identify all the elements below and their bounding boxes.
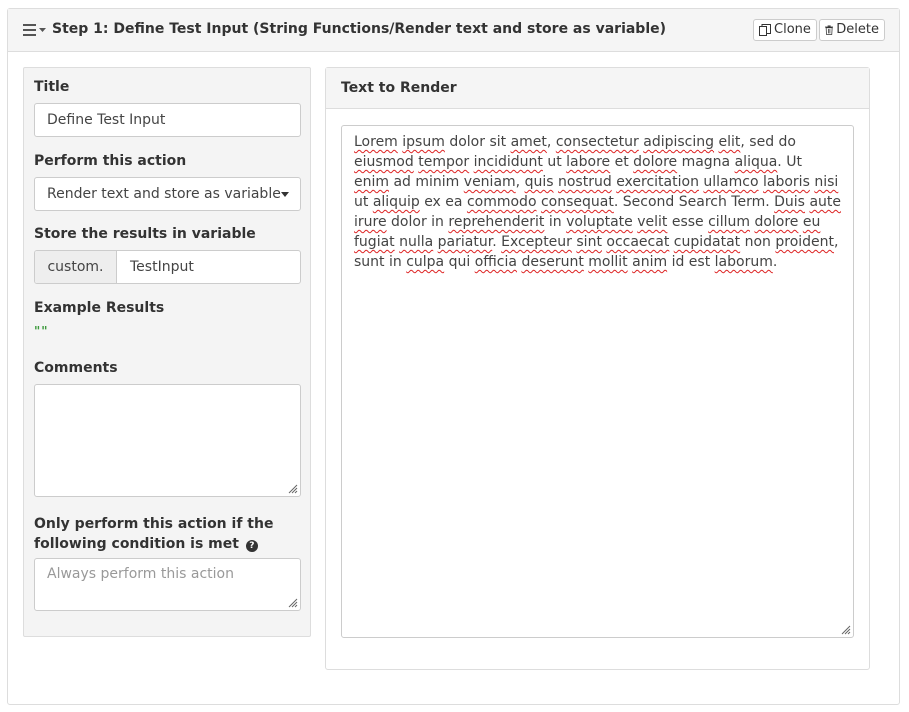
step-card: Step 1: Define Test Input (String Functi… [7, 8, 900, 705]
action-select[interactable]: Render text and store as variable [34, 177, 301, 211]
variable-name-input[interactable]: TestInput [130, 251, 194, 283]
hamburger-icon[interactable] [23, 22, 47, 38]
text-to-render-textarea[interactable]: Lorem ipsum dolor sit amet, consectetur … [341, 125, 854, 638]
copy-icon [759, 24, 771, 36]
resize-grip-icon[interactable] [286, 596, 298, 608]
store-variable-group: custom. TestInput [34, 250, 301, 284]
clone-button[interactable]: Clone [753, 19, 817, 41]
action-select-value: Render text and store as variable [47, 186, 281, 202]
condition-label: Only perform this action if the followin… [34, 514, 273, 554]
comments-textarea[interactable] [34, 384, 301, 497]
text-to-render-header: Text to Render [326, 68, 869, 109]
delete-button[interactable]: Delete [819, 19, 885, 41]
condition-textarea[interactable]: Always perform this action [34, 558, 301, 611]
clone-label: Clone [774, 22, 811, 37]
text-to-render-panel: Text to Render Lorem ipsum dolor sit ame… [325, 67, 870, 670]
comments-label: Comments [34, 360, 118, 376]
text-to-render-content: Lorem ipsum dolor sit amet, consectetur … [354, 134, 841, 270]
delete-label: Delete [836, 22, 879, 37]
caret-down-icon [39, 28, 46, 32]
action-label: Perform this action [34, 153, 187, 169]
store-variable-label: Store the results in variable [34, 226, 256, 242]
example-results-label: Example Results [34, 300, 165, 316]
resize-grip-icon[interactable] [286, 482, 298, 494]
condition-label-line2: following condition is met [34, 536, 239, 552]
step-title: Step 1: Define Test Input (String Functi… [52, 21, 667, 37]
chevron-down-icon [281, 192, 289, 197]
resize-grip-icon[interactable] [839, 623, 851, 635]
step-header: Step 1: Define Test Input (String Functi… [8, 9, 899, 52]
title-input[interactable]: Define Test Input [34, 103, 301, 137]
condition-placeholder: Always perform this action [47, 566, 234, 582]
question-circle-icon[interactable]: ? [245, 540, 258, 552]
condition-label-line1: Only perform this action if the [34, 516, 274, 532]
title-label: Title [34, 79, 70, 95]
trash-icon [825, 25, 834, 35]
settings-panel: Title Define Test Input Perform this act… [23, 67, 311, 637]
example-results-value: "" [34, 324, 49, 338]
variable-prefix: custom. [35, 251, 117, 283]
